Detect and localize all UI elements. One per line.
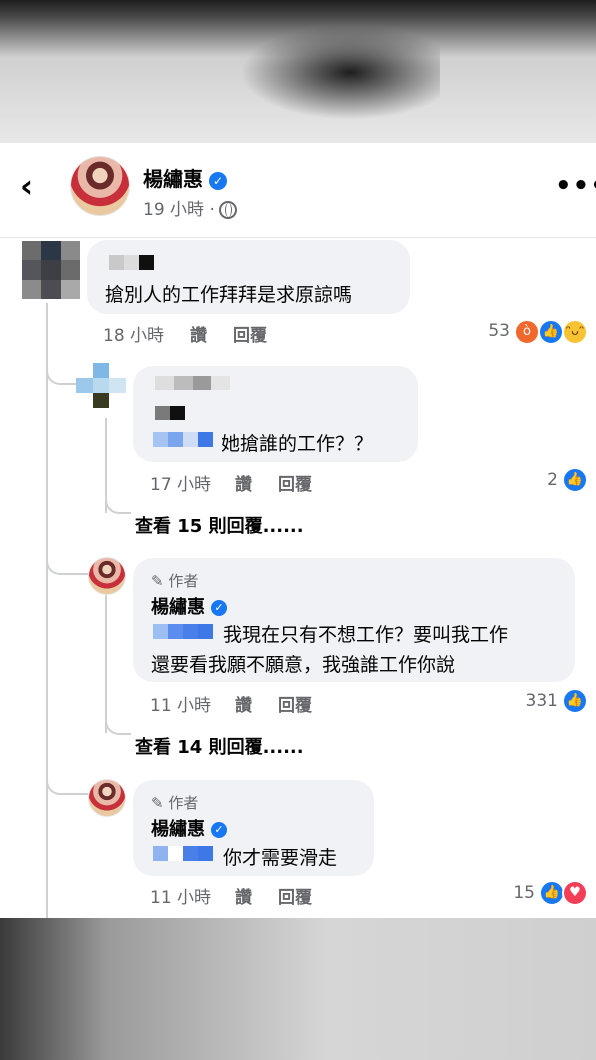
angry-reaction-icon: ò bbox=[514, 319, 540, 345]
verified-badge-icon: ✓ bbox=[211, 822, 227, 838]
reaction-count[interactable]: 53 bbox=[470, 321, 510, 341]
reply-button[interactable]: 回覆 bbox=[278, 470, 312, 495]
reply-button[interactable]: 回覆 bbox=[278, 691, 312, 716]
reply-text: 她搶誰的工作？？ bbox=[221, 433, 374, 455]
like-reaction-icon: 👍 bbox=[562, 467, 588, 493]
pencil-icon: ✎ bbox=[151, 572, 164, 590]
mention-tag-redacted[interactable] bbox=[153, 624, 213, 639]
thread-connector bbox=[105, 709, 131, 735]
author-reply-text-line1: 我現在只有不想工作？要叫我工作 bbox=[223, 624, 509, 646]
love-reaction-icon: ♥ bbox=[562, 880, 588, 906]
author-name-row[interactable]: 楊繡惠 ✓ bbox=[151, 815, 227, 841]
replier-name-redacted bbox=[155, 376, 230, 390]
thread-line-main bbox=[46, 303, 48, 918]
comment-time: 18 小時 bbox=[103, 326, 165, 346]
mention-tag-redacted[interactable] bbox=[153, 846, 213, 861]
reply-bubble: 她搶誰的工作？？ bbox=[133, 366, 418, 462]
reply-time: 11 小時 bbox=[150, 696, 212, 716]
author-avatar[interactable] bbox=[70, 156, 130, 216]
verified-badge-icon: ✓ bbox=[211, 600, 227, 616]
like-button[interactable]: 讚 bbox=[235, 883, 252, 908]
author-avatar[interactable] bbox=[88, 557, 126, 595]
verified-badge-icon: ✓ bbox=[209, 171, 227, 190]
thread-connector bbox=[46, 543, 88, 575]
reaction-count[interactable]: 15 bbox=[500, 883, 535, 903]
author-name[interactable]: 楊繡惠 bbox=[151, 819, 205, 840]
mention-tag-redacted[interactable] bbox=[153, 432, 213, 447]
post-timestamp-row: 19 小時 · bbox=[143, 195, 237, 220]
author-name-row[interactable]: 楊繡惠 ✓ bbox=[151, 593, 227, 619]
reply-time: 11 小時 bbox=[150, 888, 212, 908]
like-reaction-icon: 👍 bbox=[562, 688, 588, 714]
author-avatar[interactable] bbox=[88, 779, 126, 817]
blurred-video-background-bottom bbox=[0, 918, 596, 1060]
reaction-count[interactable]: 2 bbox=[520, 470, 558, 490]
author-tag-label: 作者 bbox=[168, 572, 199, 590]
more-options-icon[interactable]: ••• bbox=[555, 171, 596, 201]
commenter-avatar-pixelated[interactable] bbox=[22, 241, 80, 299]
post-time: 19 小時 · bbox=[143, 200, 215, 220]
back-arrow-icon[interactable]: ‹ bbox=[20, 169, 50, 203]
blurred-video-background-top bbox=[0, 0, 596, 143]
post-header: ‹ 楊繡惠 ✓ 19 小時 · ••• bbox=[0, 143, 596, 238]
reply-time: 17 小時 bbox=[150, 475, 212, 495]
author-tag-label: 作者 bbox=[168, 794, 199, 812]
reply-button[interactable]: 回覆 bbox=[233, 321, 267, 346]
globe-icon bbox=[218, 201, 237, 219]
author-tag: ✎ 作者 bbox=[151, 570, 198, 591]
view-more-replies-link[interactable]: 查看 14 則回覆...... bbox=[135, 733, 304, 759]
thread-connector bbox=[105, 488, 131, 514]
haha-reaction-icon: ᵔᴗᵔ bbox=[562, 319, 588, 345]
post-author-name[interactable]: 楊繡惠 bbox=[143, 167, 203, 191]
replier-subtitle-redacted bbox=[155, 406, 185, 420]
like-button[interactable]: 讚 bbox=[235, 470, 252, 495]
author-reply-text: 你才需要滑走 bbox=[223, 847, 338, 869]
replier-avatar-pixelated[interactable] bbox=[76, 363, 126, 408]
like-button[interactable]: 讚 bbox=[190, 321, 207, 346]
author-name[interactable]: 楊繡惠 bbox=[151, 597, 205, 618]
post-comments-card: ‹ 楊繡惠 ✓ 19 小時 · ••• 搶別人的工作拜拜是求原諒嗎 18 小時 讚… bbox=[0, 143, 596, 918]
author-tag: ✎ 作者 bbox=[151, 792, 198, 813]
reaction-count[interactable]: 331 bbox=[508, 691, 558, 711]
like-reaction-icon: 👍 bbox=[538, 319, 564, 345]
author-reply-text-line2: 還要看我願不願意，我強誰工作你說 bbox=[151, 654, 456, 676]
comment-bubble: 搶別人的工作拜拜是求原諒嗎 bbox=[87, 240, 410, 314]
pencil-icon: ✎ bbox=[151, 794, 164, 812]
like-button[interactable]: 讚 bbox=[235, 691, 252, 716]
author-reply-bubble: ✎ 作者 楊繡惠 ✓ 你才需要滑走 bbox=[133, 780, 374, 876]
thread-connector bbox=[46, 763, 88, 795]
comment-text: 搶別人的工作拜拜是求原諒嗎 bbox=[105, 284, 353, 306]
author-reply-bubble: ✎ 作者 楊繡惠 ✓ 我現在只有不想工作？要叫我工作 還要看我願不願意，我強誰工作… bbox=[133, 558, 575, 682]
commenter-name-redacted bbox=[109, 255, 154, 270]
reply-button[interactable]: 回覆 bbox=[278, 883, 312, 908]
post-author-row[interactable]: 楊繡惠 ✓ bbox=[143, 163, 227, 192]
view-more-replies-link[interactable]: 查看 15 則回覆...... bbox=[135, 512, 304, 538]
